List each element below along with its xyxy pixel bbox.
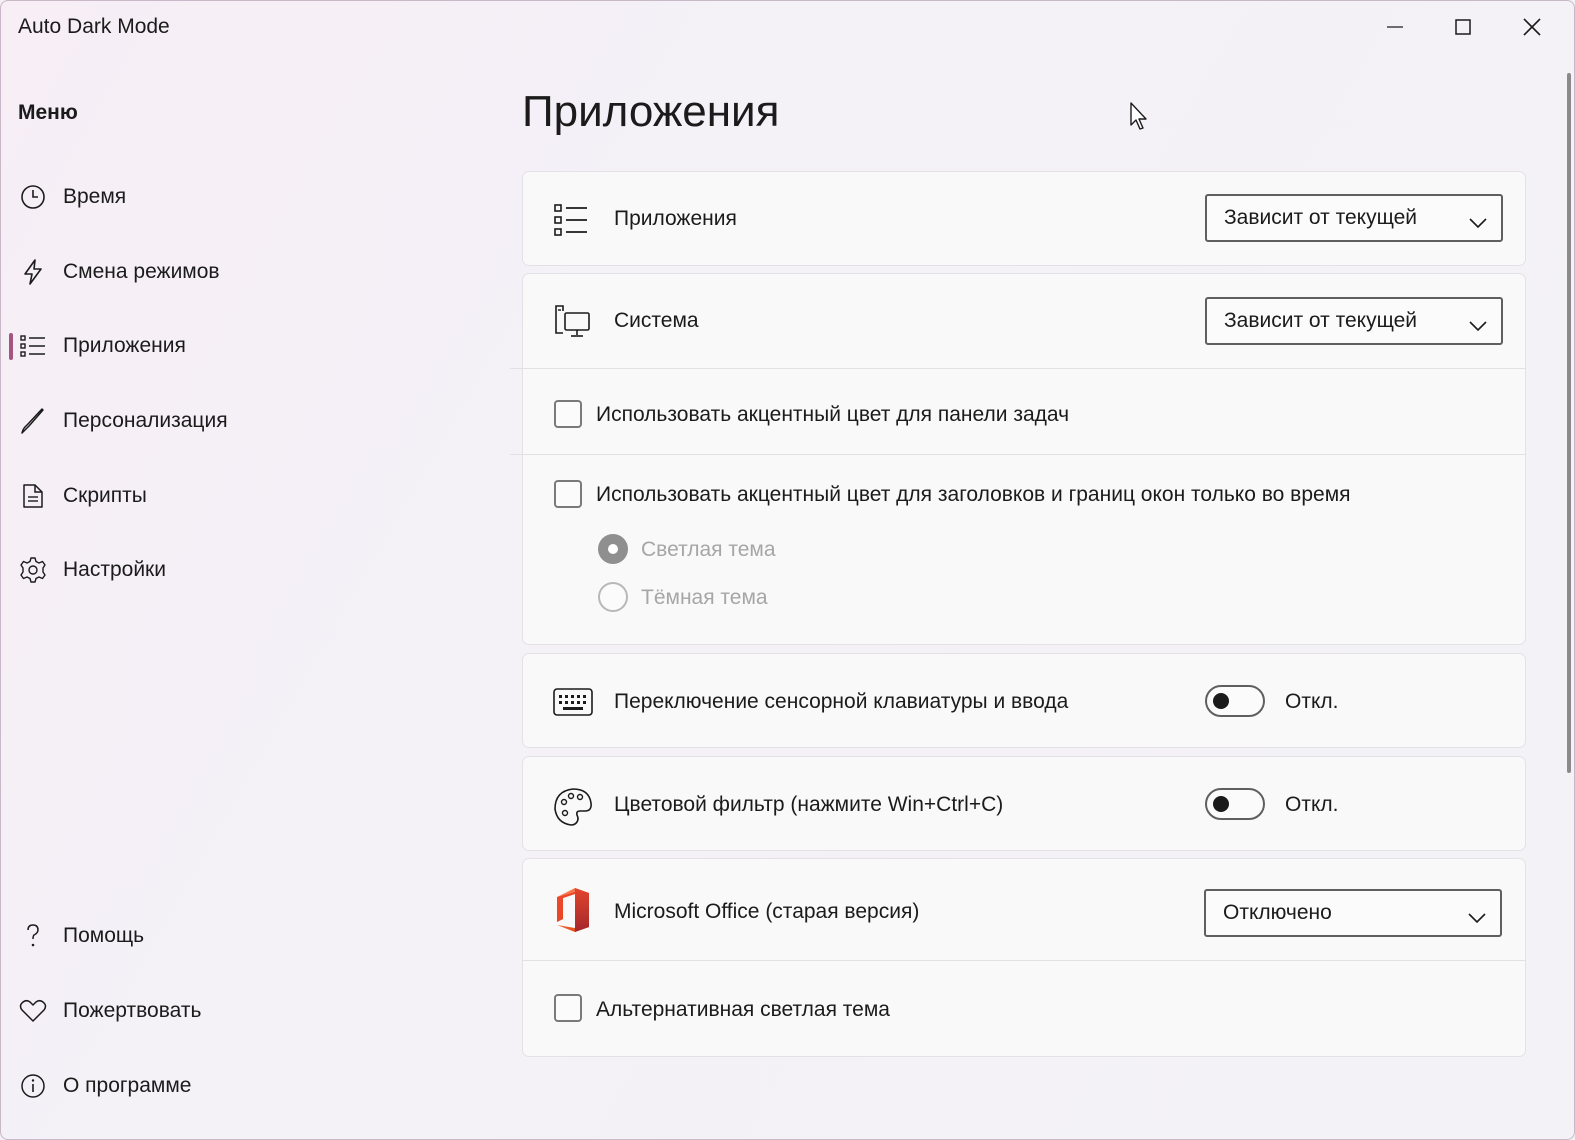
- sidebar-item-help[interactable]: Помощь: [9, 905, 489, 967]
- sidebar-item-label: О программе: [63, 1074, 192, 1097]
- help-icon: [9, 923, 57, 949]
- alt-light-theme-checkbox[interactable]: [554, 994, 582, 1022]
- touch-keyboard-state: Откл.: [1285, 690, 1339, 713]
- sidebar-item-label: Приложения: [63, 334, 186, 357]
- page-title: Приложения: [522, 87, 780, 136]
- lightning-icon: [9, 258, 57, 286]
- dark-theme-radio[interactable]: [598, 582, 628, 612]
- sidebar-item-label: Персонализация: [63, 409, 228, 432]
- office-label: Microsoft Office (старая версия): [614, 900, 920, 923]
- sidebar-item-apps[interactable]: Приложения: [9, 315, 489, 377]
- chevron-down-icon: [1468, 906, 1486, 930]
- sidebar-item-scripts[interactable]: Скрипты: [9, 465, 489, 527]
- sidebar-item-label: Смена режимов: [63, 260, 220, 283]
- divider: [523, 960, 1525, 961]
- divider: [510, 368, 1525, 369]
- system-theme-dropdown[interactable]: Зависит от текущей: [1205, 297, 1503, 345]
- palette-icon: [553, 787, 593, 832]
- light-theme-radio[interactable]: [598, 534, 628, 564]
- touch-keyboard-card: Переключение сенсорной клавиатуры и ввод…: [522, 653, 1526, 748]
- divider: [510, 454, 1525, 455]
- touch-keyboard-toggle[interactable]: [1205, 685, 1265, 717]
- close-button[interactable]: [1498, 1, 1566, 53]
- system-monitor-icon: [553, 303, 591, 344]
- sidebar-item-label: Помощь: [63, 924, 145, 947]
- chevron-down-icon: [1469, 314, 1487, 338]
- apps-theme-label: Приложения: [614, 207, 737, 230]
- scrollbar[interactable]: [1567, 73, 1571, 773]
- maximize-button[interactable]: [1429, 1, 1497, 53]
- sidebar-item-label: Настройки: [63, 558, 166, 581]
- toggle-knob: [1213, 693, 1229, 709]
- microsoft-office-logo-icon: [553, 886, 593, 939]
- heart-icon: [9, 999, 57, 1023]
- minimize-button[interactable]: [1361, 1, 1429, 53]
- system-theme-card: Система Зависит от текущей Использовать …: [510, 273, 1526, 645]
- sidebar-item-label: Время: [63, 185, 127, 208]
- color-filter-label: Цветовой фильтр (нажмите Win+Ctrl+C): [614, 793, 1004, 816]
- close-icon: [1523, 18, 1541, 36]
- accent-taskbar-checkbox[interactable]: [554, 400, 582, 428]
- app-title: Auto Dark Mode: [18, 15, 170, 38]
- list-icon: [553, 203, 589, 242]
- apps-theme-card: Приложения Зависит от текущей: [522, 171, 1526, 266]
- app-window: Auto Dark Mode Меню Время Смена режимов: [0, 0, 1575, 1140]
- sidebar-item-time[interactable]: Время: [9, 166, 489, 228]
- maximize-icon: [1455, 19, 1471, 35]
- dropdown-value: Отключено: [1223, 901, 1332, 924]
- accent-titlebars-label: Использовать акцентный цвет для заголовк…: [596, 483, 1351, 506]
- light-theme-radio-label: Светлая тема: [641, 538, 776, 561]
- clock-icon: [9, 184, 57, 210]
- office-dropdown[interactable]: Отключено: [1204, 889, 1502, 937]
- mouse-cursor-icon: [1129, 101, 1149, 136]
- color-filter-toggle[interactable]: [1205, 788, 1265, 820]
- sidebar-item-label: Пожертвовать: [63, 999, 202, 1022]
- keyboard-icon: [553, 688, 593, 721]
- sidebar-item-label: Скрипты: [63, 484, 147, 507]
- color-filter-state: Откл.: [1285, 793, 1339, 816]
- accent-taskbar-label: Использовать акцентный цвет для панели з…: [596, 403, 1070, 426]
- active-indicator: [9, 333, 13, 360]
- system-theme-label: Система: [614, 309, 699, 332]
- dark-theme-radio-label: Тёмная тема: [641, 586, 768, 609]
- accent-titlebars-checkbox[interactable]: [554, 480, 582, 508]
- dropdown-value: Зависит от текущей: [1224, 206, 1418, 229]
- sidebar-item-about[interactable]: О программе: [9, 1055, 489, 1117]
- sidebar-item-donate[interactable]: Пожертвовать: [9, 980, 489, 1042]
- chevron-down-icon: [1469, 211, 1487, 235]
- dropdown-value: Зависит от текущей: [1224, 309, 1418, 332]
- gear-icon: [9, 556, 57, 584]
- toggle-knob: [1213, 796, 1229, 812]
- office-card: Microsoft Office (старая версия) Отключе…: [522, 858, 1526, 1057]
- alt-light-theme-label: Альтернативная светлая тема: [596, 998, 890, 1021]
- title-bar: Auto Dark Mode: [1, 1, 1574, 55]
- menu-title: Меню: [18, 101, 78, 124]
- sidebar-item-personalization[interactable]: Персонализация: [9, 390, 489, 452]
- sidebar-item-settings[interactable]: Настройки: [9, 539, 489, 601]
- document-icon: [9, 483, 57, 509]
- info-icon: [9, 1073, 57, 1099]
- color-filter-card: Цветовой фильтр (нажмите Win+Ctrl+C) Отк…: [522, 756, 1526, 851]
- apps-theme-dropdown[interactable]: Зависит от текущей: [1205, 194, 1503, 242]
- sidebar-item-mode-switch[interactable]: Смена режимов: [9, 241, 489, 303]
- list-icon: [9, 334, 57, 358]
- touch-keyboard-label: Переключение сенсорной клавиатуры и ввод…: [614, 690, 1069, 713]
- minimize-icon: [1387, 26, 1403, 28]
- brush-icon: [9, 408, 57, 434]
